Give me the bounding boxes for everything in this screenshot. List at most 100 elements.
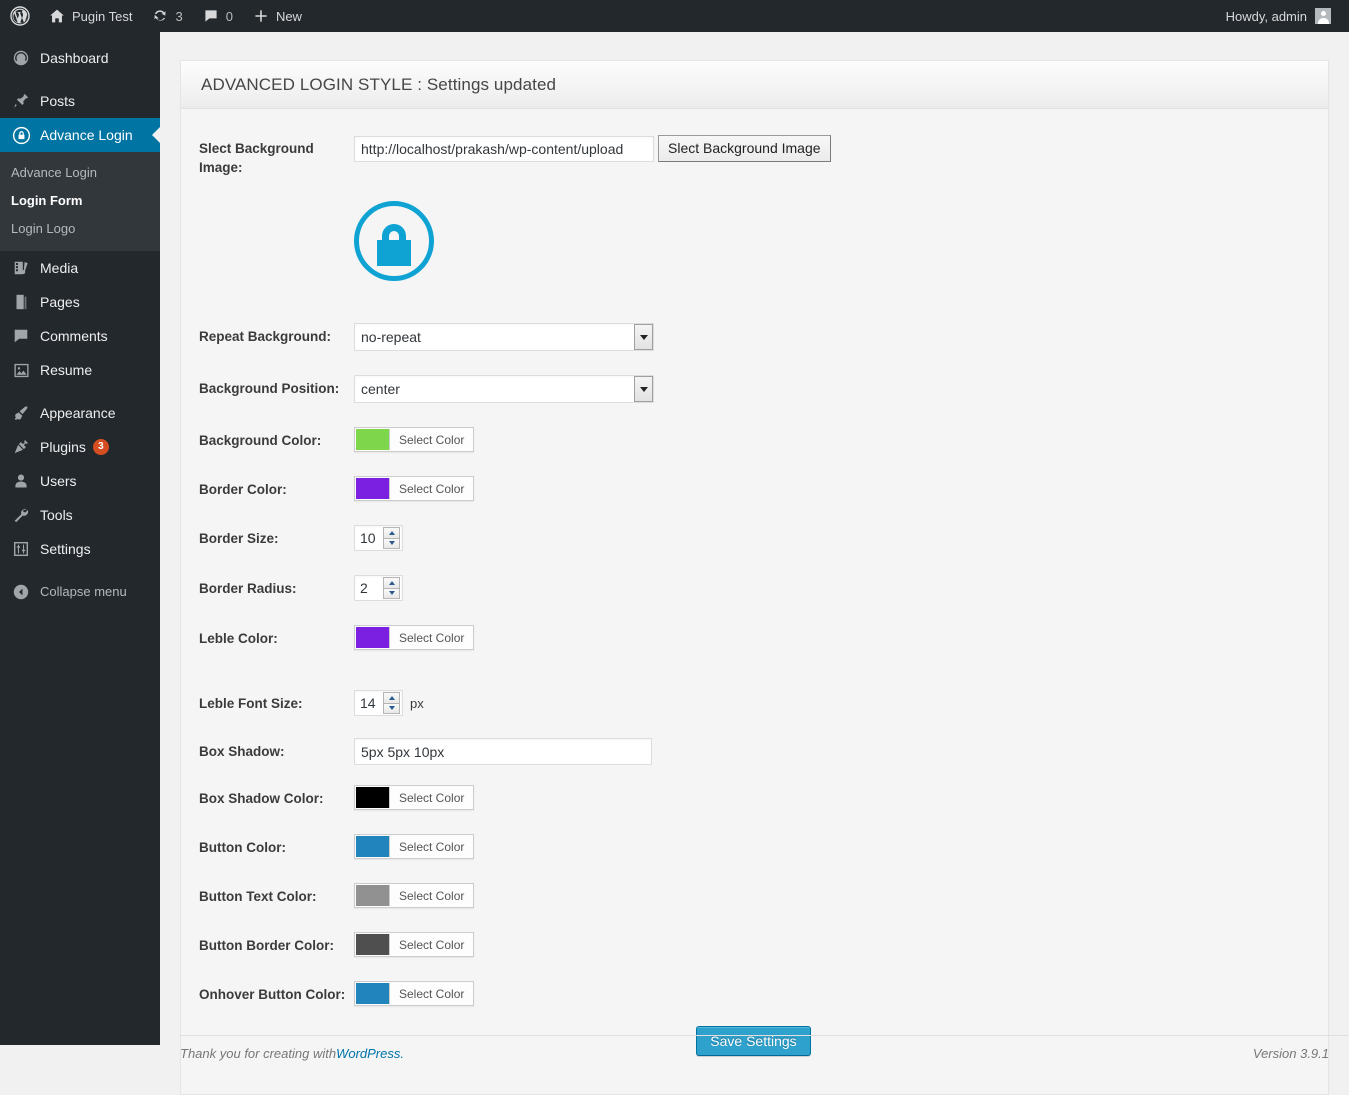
button-color-picker[interactable]: Select Color	[354, 834, 475, 859]
box-shadow-input[interactable]	[354, 738, 652, 765]
lock-in-circle-icon	[354, 201, 434, 281]
label-onhover-button-color: Onhover Button Color:	[199, 987, 346, 1002]
select-color-label: Select Color	[399, 432, 465, 447]
sidebar-submenu-item-advance-login[interactable]: Advance Login	[0, 159, 160, 187]
color-swatch	[356, 885, 390, 906]
form-row-button-text-color: Button Text Color: Select Color	[199, 883, 1308, 908]
label-box-shadow-color: Box Shadow Color:	[199, 791, 324, 806]
color-swatch	[356, 983, 390, 1004]
sidebar-item-appearance[interactable]: Appearance	[0, 396, 160, 430]
spinner[interactable]	[383, 527, 400, 549]
spinner-down-icon[interactable]	[383, 702, 400, 714]
field-leble-font-size: 14 px	[354, 690, 424, 716]
border-size-stepper[interactable]: 10	[354, 525, 403, 551]
form-row-border-size: Border Size: 10	[199, 525, 1308, 551]
select-color-label: Select Color	[399, 888, 465, 903]
sidebar-item-advance-login[interactable]: Advance Login	[0, 118, 160, 152]
onhover-button-color-picker[interactable]: Select Color	[354, 981, 475, 1006]
sidebar-item-resume[interactable]: Resume	[0, 353, 160, 387]
form-row-onhover-button-color: Onhover Button Color: Select Color	[199, 981, 1308, 1006]
border-radius-stepper[interactable]: 2	[354, 575, 403, 601]
sidebar-item-posts[interactable]: Posts	[0, 84, 160, 118]
home-icon	[49, 8, 65, 24]
background-position-value: center	[354, 375, 654, 403]
account-menu[interactable]: Howdy, admin	[1218, 8, 1339, 24]
comments-menu[interactable]: 0	[193, 0, 243, 32]
site-name-menu[interactable]: Pugin Test	[39, 0, 142, 32]
leble-font-size-value: 14	[360, 695, 376, 711]
color-swatch	[356, 627, 390, 648]
field-onhover-button-color: Select Color	[354, 981, 475, 1006]
image-placeholder-icon	[11, 362, 31, 379]
admin-bar: Pugin Test 3 0 New Howdy, admin	[0, 0, 1349, 32]
leble-color-picker[interactable]: Select Color	[354, 625, 475, 650]
border-color-picker[interactable]: Select Color	[354, 476, 475, 501]
button-border-color-picker[interactable]: Select Color	[354, 932, 475, 957]
updates-menu[interactable]: 3	[142, 0, 192, 32]
footer-version: Version 3.9.1	[1252, 1046, 1329, 1061]
label-button-text-color: Button Text Color:	[199, 889, 317, 904]
sidebar-item-media[interactable]: Media	[0, 251, 160, 285]
background-image-input[interactable]	[354, 135, 654, 162]
chevron-down-icon	[634, 376, 653, 402]
select-color-label: Select Color	[399, 481, 465, 496]
spinner-down-icon[interactable]	[383, 537, 400, 549]
avatar	[1315, 8, 1331, 24]
sidebar-item-label: Resume	[40, 362, 93, 378]
spinner[interactable]	[383, 692, 400, 714]
wordpress-link[interactable]: WordPress.	[336, 1046, 404, 1061]
field-background-color: Select Color	[354, 427, 475, 452]
border-size-value: 10	[360, 530, 376, 546]
updates-count: 3	[175, 8, 183, 24]
brush-icon	[11, 404, 31, 422]
sidebar-submenu-item-login-logo[interactable]: Login Logo	[0, 215, 160, 243]
chevron-down-icon	[634, 324, 653, 350]
admin-bar-right: Howdy, admin	[1218, 0, 1349, 32]
select-background-image-button[interactable]: Slect Background Image	[658, 135, 831, 162]
collapse-menu-button[interactable]: Collapse menu	[0, 575, 160, 609]
form-row-border-radius: Border Radius: 2	[199, 575, 1308, 601]
color-swatch	[356, 478, 390, 499]
sidebar-item-users[interactable]: Users	[0, 464, 160, 498]
new-content-menu[interactable]: New	[243, 0, 312, 32]
lock-icon	[11, 126, 31, 145]
background-color-picker[interactable]: Select Color	[354, 427, 475, 452]
sidebar-item-pages[interactable]: Pages	[0, 285, 160, 319]
label-background-color: Background Color:	[199, 433, 322, 448]
sidebar-item-dashboard[interactable]: Dashboard	[0, 41, 160, 75]
field-repeat-background: no-repeat	[354, 323, 654, 351]
field-button-border-color: Select Color	[354, 932, 475, 957]
select-color-label: Select Color	[399, 630, 465, 645]
sidebar-item-settings[interactable]: Settings	[0, 532, 160, 566]
user-icon	[11, 472, 31, 490]
spinner-down-icon[interactable]	[383, 587, 400, 599]
sidebar-item-plugins[interactable]: Plugins 3	[0, 430, 160, 464]
form-row-box-shadow: Box Shadow:	[199, 738, 1308, 765]
form-row-background-position: Background Position: center	[199, 375, 1308, 403]
button-text-color-picker[interactable]: Select Color	[354, 883, 475, 908]
spinner-up-icon[interactable]	[383, 577, 400, 588]
settings-panel: ADVANCED LOGIN STYLE : Settings updated …	[180, 60, 1329, 1095]
comment-bubble-icon	[203, 8, 219, 24]
color-swatch	[356, 836, 390, 857]
spinner[interactable]	[383, 577, 400, 599]
sidebar-item-tools[interactable]: Tools	[0, 498, 160, 532]
color-swatch	[356, 934, 390, 955]
footer-thanks-text: Thank you for creating with	[180, 1046, 337, 1061]
sidebar-submenu-item-login-form[interactable]: Login Form	[0, 187, 160, 215]
spinner-up-icon[interactable]	[383, 692, 400, 703]
repeat-background-select[interactable]: no-repeat	[354, 323, 654, 351]
spinner-up-icon[interactable]	[383, 527, 400, 538]
form-row-button-color: Button Color: Select Color	[199, 834, 1308, 859]
admin-sidebar: Dashboard Posts Advance Login Advance Lo…	[0, 32, 160, 1045]
leble-font-size-stepper[interactable]: 14	[354, 690, 403, 716]
background-position-select[interactable]: center	[354, 375, 654, 403]
sidebar-item-label: Plugins	[40, 439, 86, 455]
label-background-position: Background Position:	[199, 381, 340, 396]
wordpress-logo-button[interactable]	[0, 0, 39, 32]
sidebar-item-comments[interactable]: Comments	[0, 319, 160, 353]
box-shadow-color-picker[interactable]: Select Color	[354, 785, 475, 810]
form-row-leble-font-size: Leble Font Size: 14 px	[199, 690, 1308, 716]
sliders-icon	[11, 540, 31, 558]
